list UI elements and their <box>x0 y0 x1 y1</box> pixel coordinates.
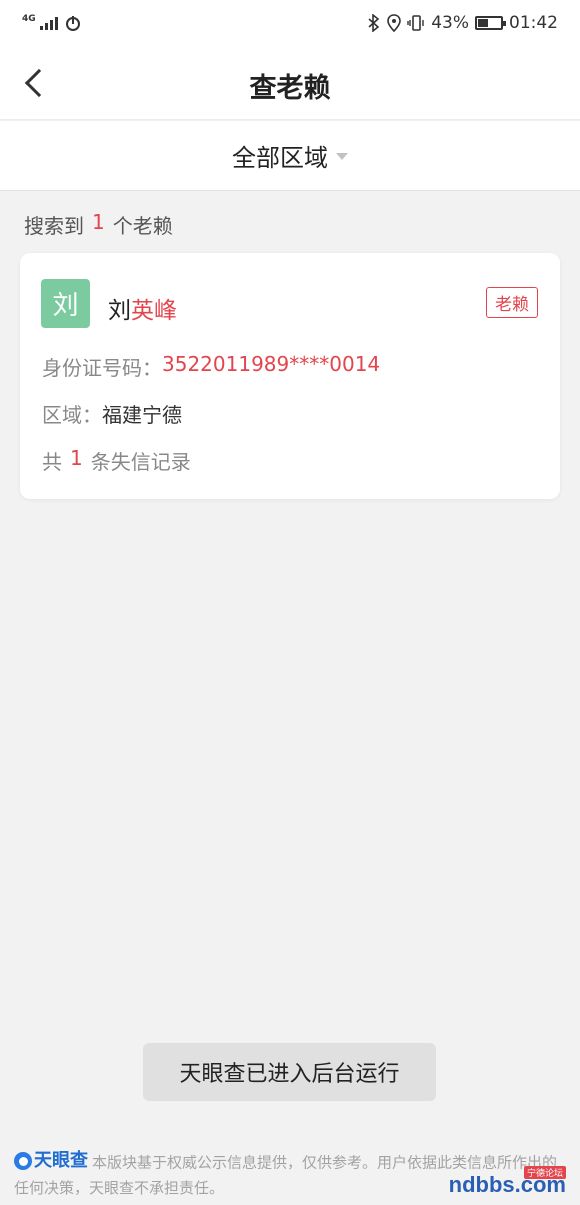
signal-icon <box>39 16 58 30</box>
id-label: 身份证号码： <box>42 356 162 380</box>
name-given: 英峰 <box>131 298 177 324</box>
tianyancha-logo-icon <box>14 1151 32 1170</box>
result-count-number: 1 <box>92 210 105 234</box>
toast-message: 天眼查已进入后台运行 <box>143 1043 436 1101</box>
result-card[interactable]: 刘 刘 英峰 老赖 身份证号码： 3522011989****0014 区域： … <box>20 253 560 499</box>
region-label: 区域： <box>42 403 102 427</box>
status-right: 43% 01:42 <box>367 13 558 33</box>
status-bar: 4G 43% 01:42 <box>0 0 580 46</box>
status-badge: 老赖 <box>486 287 538 318</box>
records-prefix: 共 <box>42 450 62 474</box>
network-type: 4G <box>22 14 36 24</box>
data-sync-icon <box>65 16 80 31</box>
region-filter-dropdown[interactable]: 全部区域 <box>0 121 580 191</box>
id-value: 3522011989****0014 <box>162 352 381 376</box>
nav-bar: 查老赖 <box>0 46 580 120</box>
records-row: 共 1 条失信记录 <box>42 446 191 475</box>
region-filter-label: 全部区域 <box>232 144 328 172</box>
records-suffix: 条失信记录 <box>90 450 191 474</box>
result-count-suffix: 个老赖 <box>112 214 173 238</box>
bluetooth-icon <box>368 14 380 32</box>
vibrate-icon <box>407 15 424 31</box>
person-name: 刘 英峰 <box>108 291 177 325</box>
battery-percent: 43% <box>431 13 469 33</box>
status-left: 4G <box>22 14 82 32</box>
caret-down-icon <box>336 153 348 160</box>
page-title: 查老赖 <box>249 73 331 104</box>
clock: 01:42 <box>509 13 558 33</box>
footer-brand: 天眼查 <box>14 1148 88 1173</box>
avatar: 刘 <box>41 279 90 328</box>
footer-brand-name: 天眼查 <box>34 1150 88 1171</box>
result-count-prefix: 搜索到 <box>24 214 84 238</box>
watermark-text: ndbbs.com <box>448 1172 566 1197</box>
location-icon <box>387 14 402 32</box>
region-row: 区域： 福建宁德 <box>42 399 182 428</box>
region-value: 福建宁德 <box>102 403 182 427</box>
records-count: 1 <box>70 446 83 470</box>
battery-icon <box>475 16 506 30</box>
result-count: 搜索到 1 个老赖 <box>24 210 173 239</box>
id-number-row: 身份证号码： 3522011989****0014 <box>42 352 380 381</box>
name-surname: 刘 <box>108 298 131 324</box>
site-watermark: 宁德论坛 ndbbs.com <box>446 1166 566 1200</box>
